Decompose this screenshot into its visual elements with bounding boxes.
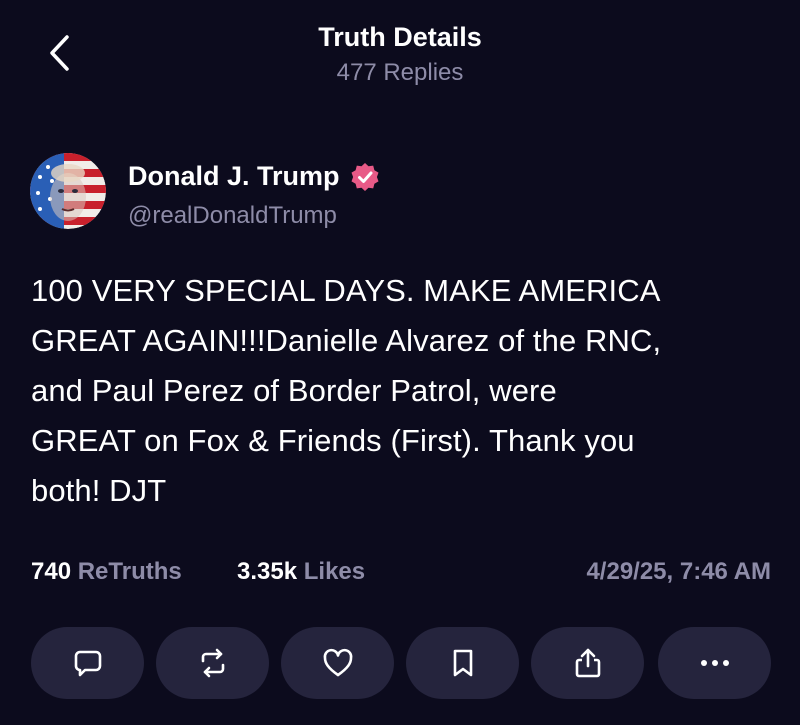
retruths-label: ReTruths <box>77 558 182 585</box>
share-icon <box>575 648 600 678</box>
bookmark-icon <box>453 649 472 677</box>
like-button[interactable] <box>281 627 394 699</box>
retruth-button[interactable] <box>156 627 269 699</box>
retruths-stat[interactable]: 740 ReTruths <box>31 558 182 586</box>
author-block: Donald J. Trump @realDonaldTrump <box>30 153 770 233</box>
more-icon <box>700 660 729 666</box>
likes-stat[interactable]: 3.35k Likes <box>237 558 365 586</box>
author-name[interactable]: Donald J. Trump <box>128 161 340 192</box>
share-button[interactable] <box>531 627 644 699</box>
repost-icon <box>201 648 224 678</box>
post-line: 100 VERY SPECIAL DAYS. MAKE AMERICA <box>31 273 661 308</box>
post-line: GREAT on Fox & Friends (First). Thank yo… <box>31 423 635 458</box>
reply-button[interactable] <box>31 627 144 699</box>
heart-icon <box>323 648 352 677</box>
likes-label: Likes <box>303 558 366 585</box>
post-line: and Paul Perez of Border Patrol, were <box>31 373 557 408</box>
post-stats: 740 ReTruths 3.35k Likes 4/29/25, 7:46 A… <box>31 558 771 592</box>
avatar[interactable] <box>30 153 106 229</box>
more-button[interactable] <box>658 627 771 699</box>
author-name-row: Donald J. Trump <box>128 161 380 192</box>
top-bar: Truth Details 477 Replies <box>0 0 800 110</box>
action-bar <box>31 627 771 699</box>
bookmark-button[interactable] <box>406 627 519 699</box>
author-handle[interactable]: @realDonaldTrump <box>128 202 337 230</box>
post-timestamp: 4/29/25, 7:46 AM <box>586 558 771 585</box>
retruths-count: 740 <box>31 558 72 585</box>
likes-count: 3.35k <box>237 558 298 585</box>
post-body: 100 VERY SPECIAL DAYS. MAKE AMERICA GREA… <box>31 266 776 516</box>
post-line: both! DJT <box>31 473 167 508</box>
page-title: Truth Details <box>318 22 482 52</box>
post-line: GREAT AGAIN!!!Danielle Alvarez of the RN… <box>31 323 662 358</box>
avatar-image <box>30 153 106 229</box>
replies-count: 477 Replies <box>336 59 464 86</box>
comment-icon <box>74 650 101 677</box>
verified-badge-icon <box>350 162 380 192</box>
